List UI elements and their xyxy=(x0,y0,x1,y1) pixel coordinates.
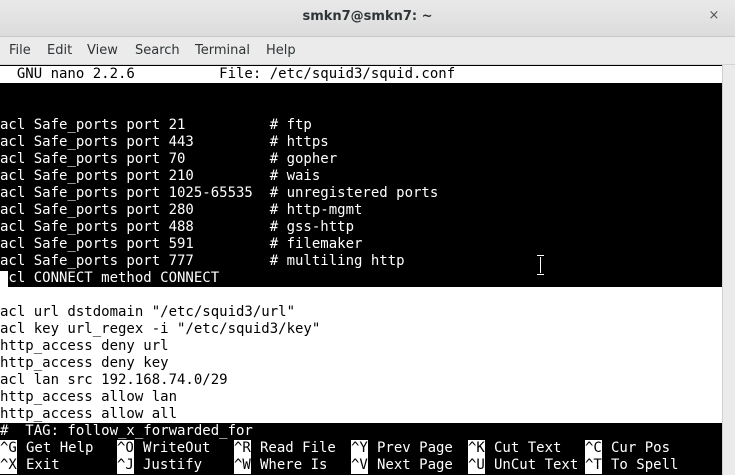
shortcut-key: ^Y xyxy=(351,440,368,457)
shortcut-label: Where Is xyxy=(260,457,328,473)
editor-line: acl Safe_ports port 777 # multiling http xyxy=(0,253,405,269)
editor-line: acl lan src 192.168.74.0/29 xyxy=(0,372,722,389)
shortcut-label: Justify xyxy=(143,457,203,473)
shortcut-bar-2: ^X Exit ^J Justify ^W Where Is ^V Next Page ^U Un… xyxy=(0,457,722,474)
editor-line: http_access allow all xyxy=(0,406,722,423)
editor-line: acl url dstdomain "/etc/squid3/url" xyxy=(0,304,722,321)
shortcut-key: ^V xyxy=(351,457,368,474)
editor-line: acl key url_regex -i "/etc/squid3/key" xyxy=(0,321,722,338)
shortcut-label: To Spell xyxy=(611,457,679,473)
shortcut-bar-1: ^G Get Help ^O WriteOut ^R Read File ^Y Prev Pa… xyxy=(0,440,722,457)
shortcut-key: ^K xyxy=(468,440,485,457)
shortcut-label: Next Page xyxy=(377,457,453,473)
scrollbar[interactable] xyxy=(722,65,735,475)
editor-line: acl Safe_ports port 70 # gopher xyxy=(0,151,338,167)
shortcut-key: ^W xyxy=(234,457,251,474)
shortcut-label: Read File xyxy=(260,440,336,456)
editor-line: acl Safe_ports port 591 # filemaker xyxy=(0,236,363,252)
menu-bar: File Edit View Search Terminal Help xyxy=(0,37,735,65)
shortcut-key: ^X xyxy=(0,457,17,474)
shortcut-key: ^J xyxy=(117,457,134,474)
shortcut-label: UnCut Text xyxy=(494,457,579,473)
close-icon[interactable]: × xyxy=(705,7,723,25)
editor-line: http_access deny key xyxy=(0,355,722,372)
editor-line: http_access deny url xyxy=(0,338,722,355)
shortcut-key: ^C xyxy=(585,440,602,457)
menu-file[interactable]: File xyxy=(9,43,31,58)
shortcut-label: Get Help xyxy=(26,440,94,456)
window-title: smkn7@smkn7: ~ xyxy=(302,9,433,24)
menu-view[interactable]: View xyxy=(87,43,118,58)
editor-line: acl Safe_ports port 21 # ftp xyxy=(0,117,312,133)
shortcut-label: Prev Page xyxy=(377,440,453,456)
shortcut-key: ^R xyxy=(234,440,251,457)
shortcut-key: ^U xyxy=(468,457,485,474)
editor-line: # TAG: follow_x_forwarded_for xyxy=(0,423,253,439)
shortcut-key: ^O xyxy=(117,440,134,457)
menu-search[interactable]: Search xyxy=(135,43,180,58)
shortcut-key: ^T xyxy=(585,457,602,474)
menu-edit[interactable]: Edit xyxy=(47,43,72,58)
editor-line xyxy=(0,287,722,304)
editor-line: acl Safe_ports port 210 # wais xyxy=(0,168,321,184)
shortcut-label: Cur Pos xyxy=(611,440,671,456)
editor-line: acl Safe_ports port 488 # gss-http xyxy=(0,219,355,235)
title-bar[interactable]: smkn7@smkn7: ~ × xyxy=(0,0,735,37)
editor-line: acl Safe_ports port 280 # http-mgmt xyxy=(0,202,363,218)
terminal-area[interactable]: GNU nano 2.2.6 File: /etc/squid3/squid.c… xyxy=(0,65,722,475)
editor-line: acl CONNECT method CONNECT xyxy=(0,270,220,286)
editor-line: acl Safe_ports port 1025-65535 # unregis… xyxy=(0,185,439,201)
menu-help[interactable]: Help xyxy=(266,43,296,58)
shortcut-key: ^G xyxy=(0,440,17,457)
menu-terminal[interactable]: Terminal xyxy=(195,43,250,58)
nano-header: GNU nano 2.2.6 File: /etc/squid3/squid.c… xyxy=(0,66,722,83)
text-cursor xyxy=(0,271,8,288)
shortcut-label: WriteOut xyxy=(143,440,211,456)
editor-line: acl Safe_ports port 443 # https xyxy=(0,134,329,150)
editor-line: http_access allow lan xyxy=(0,389,722,406)
shortcut-label: Exit xyxy=(26,457,60,473)
mouse-ibeam-icon xyxy=(537,255,545,275)
shortcut-label: Cut Text xyxy=(494,440,562,456)
